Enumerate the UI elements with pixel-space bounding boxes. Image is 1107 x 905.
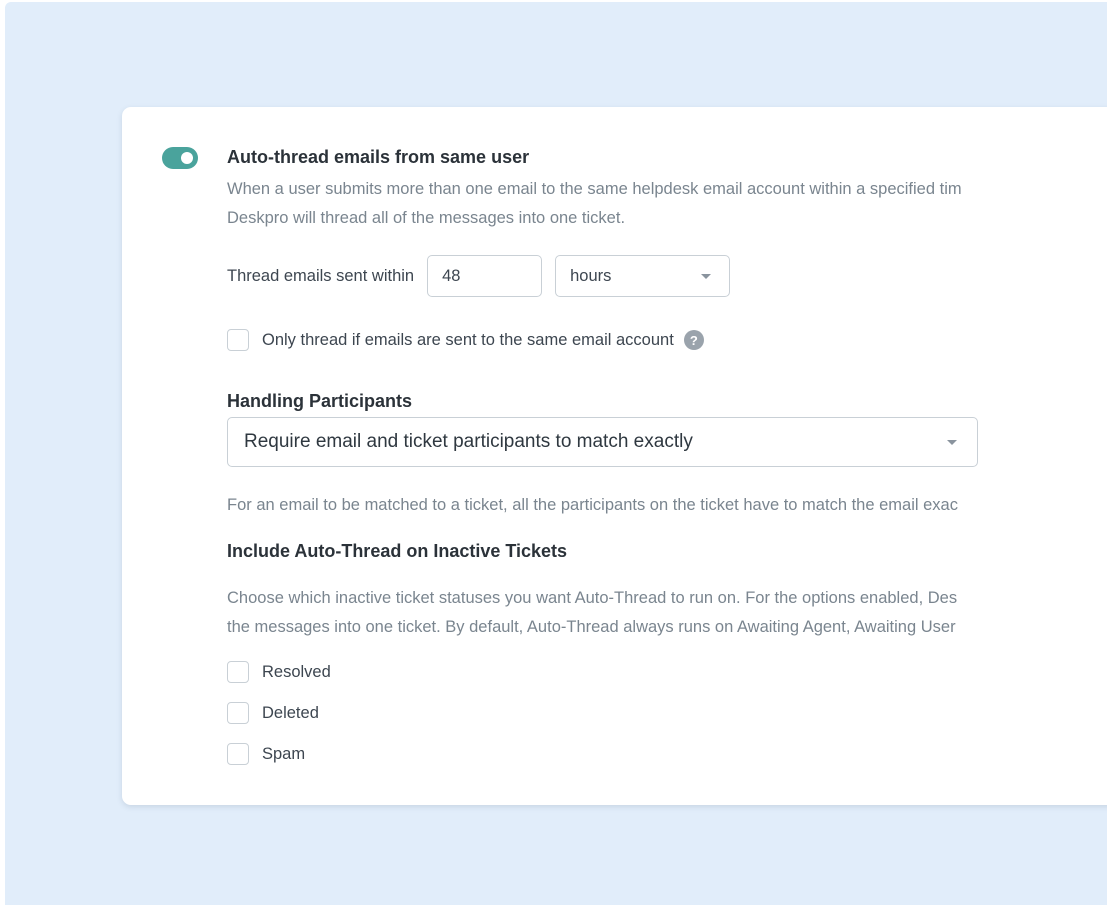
participants-select[interactable]: Require email and ticket participants to… [227, 417, 978, 467]
chevron-down-icon [947, 439, 957, 445]
status-row-deleted: Deleted [227, 700, 319, 726]
settings-content: Auto-thread emails from same user When a… [227, 145, 1107, 765]
participants-title: Handling Participants [227, 391, 413, 411]
spam-checkbox[interactable] [227, 743, 249, 765]
participants-description: For an email to be matched to a ticket, … [227, 496, 958, 514]
thread-within-value: 48 [442, 266, 461, 285]
inactive-description-line2: the messages into one ticket. By default… [227, 618, 956, 636]
auto-thread-description-line2: Deskpro will thread all of the messages … [227, 209, 626, 227]
chevron-down-icon [701, 273, 712, 279]
time-unit-value: hours [570, 266, 612, 285]
help-icon[interactable]: ? [683, 330, 704, 350]
auto-thread-toggle[interactable] [162, 147, 198, 169]
deleted-checkbox[interactable] [227, 702, 249, 724]
same-account-row: Only thread if emails are sent to the sa… [227, 327, 704, 353]
time-unit-select[interactable]: hours [555, 255, 731, 297]
same-account-label: Only thread if emails are sent to the sa… [262, 330, 674, 349]
thread-within-row: Thread emails sent within 48 hours [227, 255, 731, 297]
resolved-label: Resolved [262, 662, 331, 681]
status-row-resolved: Resolved [227, 659, 331, 685]
deleted-label: Deleted [262, 703, 319, 722]
auto-thread-title: Auto-thread emails from same user [227, 147, 530, 167]
status-row-spam: Spam [227, 741, 305, 767]
inactive-description-line1: Choose which inactive ticket statuses yo… [227, 589, 958, 607]
thread-within-input[interactable]: 48 [427, 255, 543, 297]
spam-label: Spam [262, 744, 306, 763]
resolved-checkbox[interactable] [227, 661, 249, 683]
settings-card: Auto-thread emails from same user When a… [122, 107, 1107, 805]
thread-within-label: Thread emails sent within [227, 266, 415, 285]
same-account-checkbox[interactable] [227, 329, 249, 351]
participants-selected-value: Require email and ticket participants to… [244, 431, 693, 452]
inactive-title: Include Auto-Thread on Inactive Tickets [227, 541, 568, 561]
auto-thread-description-line1: When a user submits more than one email … [227, 180, 962, 198]
toggle-knob [181, 152, 193, 164]
